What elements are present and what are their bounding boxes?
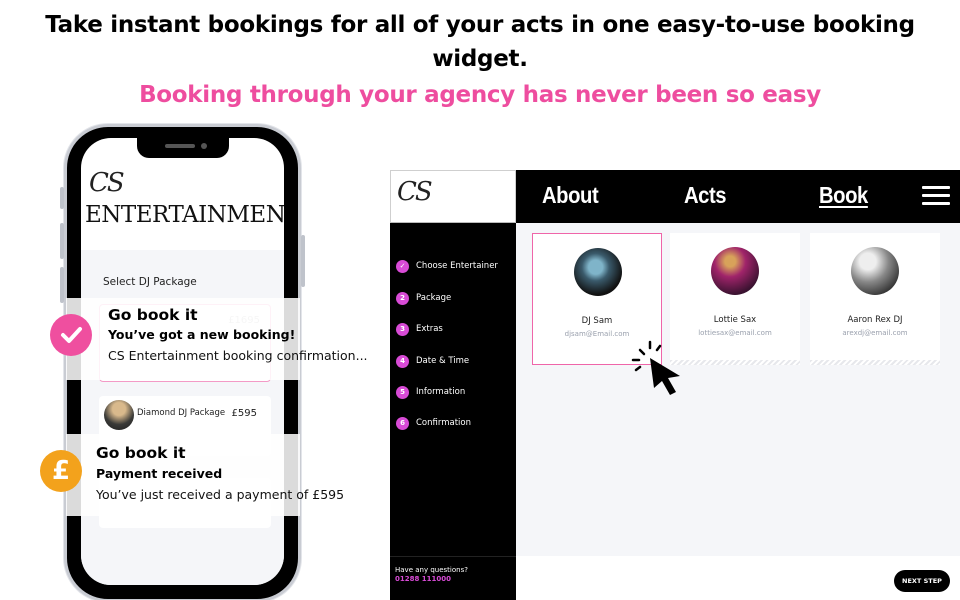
phone-side-button: [60, 267, 64, 303]
step-date-time[interactable]: 4 Date & Time: [396, 354, 469, 368]
checkmark-icon: [50, 314, 92, 356]
act-name: Lottie Sax: [713, 315, 757, 325]
section-label: Select DJ Package: [103, 276, 197, 288]
brand-logo-script: CS: [89, 168, 125, 198]
steps-sidebar: ✓ Choose Entertainer 2 Package 3 Extras …: [390, 223, 516, 600]
notification-app-name: Go book it: [108, 306, 198, 324]
step-number: 2: [396, 291, 409, 305]
phone-side-button: [60, 223, 64, 259]
help-question: Have any questions?: [395, 566, 468, 574]
step-number: 3: [396, 322, 409, 336]
entertainer-grid: DJ Sam djsam@Email.com Lottie Sax lottie…: [516, 223, 960, 556]
step-label: Date & Time: [416, 356, 470, 366]
phone-notch: [136, 138, 229, 158]
widget-nav: About Acts Book: [516, 170, 960, 223]
notification-body: CS Entertainment booking confirmation...: [108, 348, 368, 363]
step-label: Extras: [416, 324, 443, 334]
step-number: 6: [396, 416, 409, 430]
package-thumbnail: [104, 400, 134, 430]
help-box: Have any questions? 01288 111000: [390, 556, 516, 600]
click-cursor-icon: [631, 340, 680, 395]
brand-logo-wordmark: ENTERTAINMENT: [85, 202, 284, 228]
step-label: Confirmation: [416, 418, 471, 428]
act-email: arexdj@email.com: [842, 329, 908, 337]
step-information[interactable]: 5 Information: [396, 385, 465, 399]
act-avatar: [711, 247, 759, 295]
nav-about[interactable]: About: [542, 182, 599, 209]
act-name: Aaron Rex DJ: [847, 315, 903, 325]
act-email: djsam@Email.com: [564, 330, 630, 338]
notification-title: You’ve got a new booking!: [108, 327, 296, 342]
widget-footer: NEXT STEP: [516, 556, 960, 600]
notification-app-name: Go book it: [96, 444, 186, 462]
step-extras[interactable]: 3 Extras: [396, 322, 443, 336]
step-number: 4: [396, 354, 409, 368]
step-label: Information: [416, 387, 466, 397]
package-name: Diamond DJ Package: [137, 408, 226, 418]
step-choose-entertainer[interactable]: ✓ Choose Entertainer: [396, 259, 498, 273]
phone-side-button: [60, 187, 64, 209]
act-card[interactable]: Aaron Rex DJ arexdj@email.com: [810, 233, 940, 365]
act-avatar: [851, 247, 899, 295]
widget-logo-box: CS: [390, 170, 516, 223]
headline: Take instant bookings for all of your ac…: [0, 8, 960, 76]
headline-line-2: widget.: [432, 46, 528, 72]
notification-body: You’ve just received a payment of £595: [96, 487, 345, 502]
nav-acts[interactable]: Acts: [684, 182, 727, 209]
widget-logo: CS: [397, 177, 433, 207]
step-confirmation[interactable]: 6 Confirmation: [396, 416, 471, 430]
step-label: Choose Entertainer: [416, 261, 498, 271]
headline-line-1: Take instant bookings for all of your ac…: [45, 12, 915, 38]
pound-icon: £: [40, 450, 82, 492]
act-email: lottiesax@email.com: [698, 329, 772, 337]
notification-title: Payment received: [96, 466, 223, 481]
nav-book[interactable]: Book: [819, 182, 868, 209]
step-number: 5: [396, 385, 409, 399]
act-avatar: [574, 248, 622, 296]
next-step-button[interactable]: NEXT STEP: [894, 570, 950, 592]
act-name: DJ Sam: [581, 316, 613, 326]
step-label: Package: [416, 293, 452, 303]
step-check-icon: ✓: [396, 259, 409, 273]
package-price: £595: [231, 408, 257, 419]
step-package[interactable]: 2 Package: [396, 291, 451, 305]
hamburger-menu-icon[interactable]: [922, 186, 950, 206]
help-phone-link[interactable]: 01288 111000: [395, 575, 451, 583]
phone-side-button: [301, 235, 305, 287]
subheadline: Booking through your agency has never be…: [139, 82, 821, 108]
